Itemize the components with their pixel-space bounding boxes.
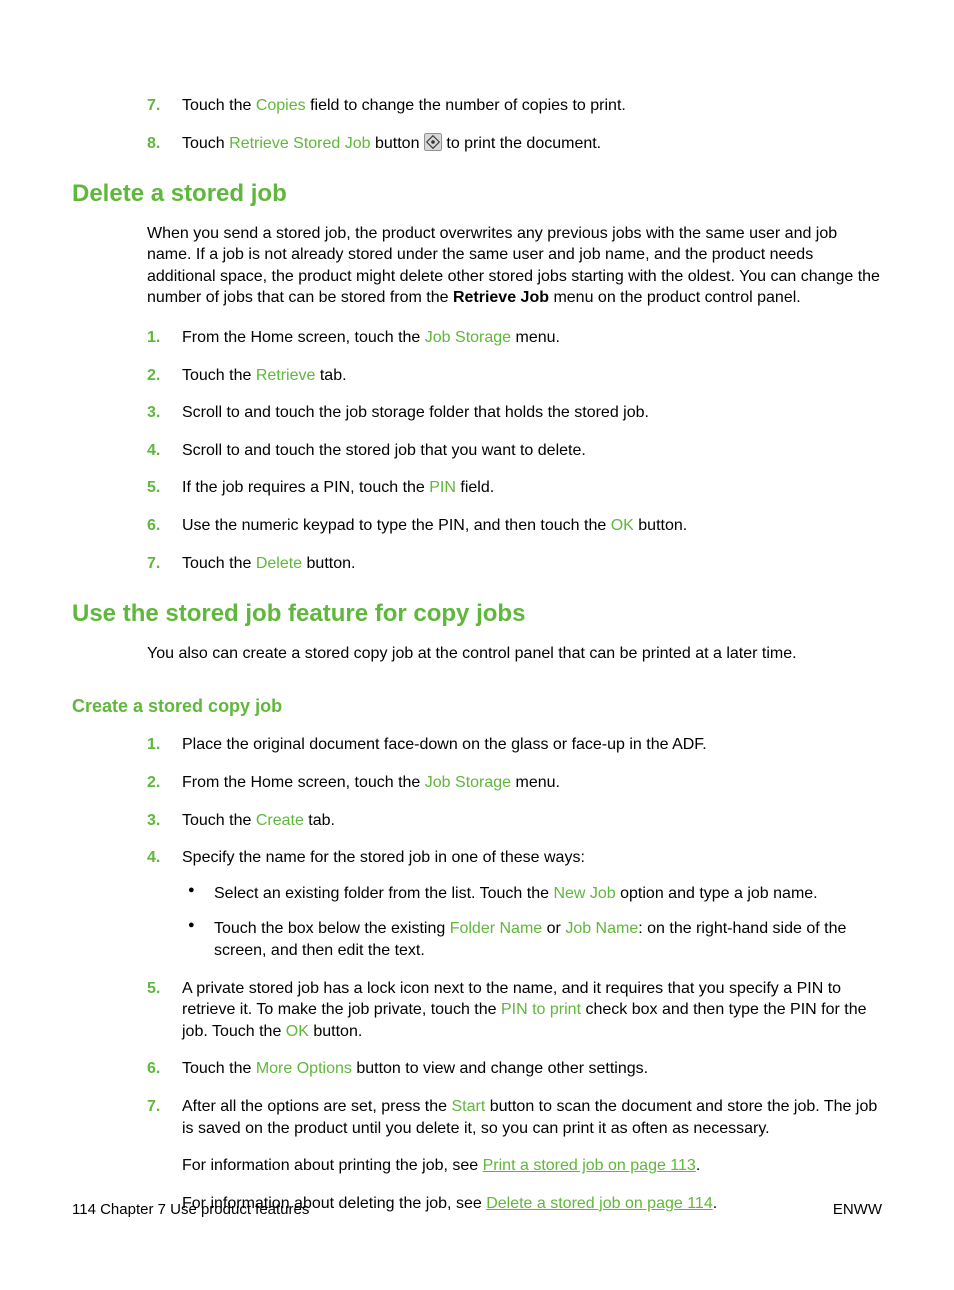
document-page: 7. Touch the Copies field to change the n… <box>0 0 954 1290</box>
step-number: 7. <box>147 1096 160 1118</box>
ui-term: OK <box>286 1023 309 1040</box>
ui-term: Retrieve <box>256 367 316 384</box>
top-steps: 7. Touch the Copies field to change the n… <box>72 95 882 154</box>
subheading-create-copy-job: Create a stored copy job <box>72 694 882 718</box>
para-copy-intro: You also can create a stored copy job at… <box>72 643 882 665</box>
step-text: Touch the More Options button to view an… <box>182 1060 648 1077</box>
step-text: Place the original document face-down on… <box>182 736 707 753</box>
step-item: 2. From the Home screen, touch the Job St… <box>72 772 882 794</box>
step-item: 4. Specify the name for the stored job in… <box>72 847 882 961</box>
ui-term: More Options <box>256 1060 352 1077</box>
ui-term: Copies <box>256 97 306 114</box>
ui-term: Folder Name <box>450 920 542 937</box>
ui-term: Job Storage <box>425 329 511 346</box>
step-text: From the Home screen, touch the Job Stor… <box>182 329 560 346</box>
step-number: 6. <box>147 1058 160 1080</box>
step-item: 5. If the job requires a PIN, touch the P… <box>72 477 882 499</box>
page-footer: 114 Chapter 7 Use product features ENWW <box>72 1200 882 1220</box>
step-text: Scroll to and touch the stored job that … <box>182 442 586 459</box>
step-item: 2. Touch the Retrieve tab. <box>72 365 882 387</box>
step-text: Touch the Copies field to change the num… <box>182 97 626 114</box>
step-item: 3. Scroll to and touch the job storage fo… <box>72 402 882 424</box>
ui-term: New Job <box>553 885 615 902</box>
step-number: 8. <box>147 133 160 155</box>
step-text: Touch the Delete button. <box>182 555 355 572</box>
step-item: 7. After all the options are set, press t… <box>72 1096 882 1214</box>
step-text: Touch the Create tab. <box>182 812 335 829</box>
step-extra-paragraph: For information about printing the job, … <box>182 1155 882 1177</box>
step-item: 6. Touch the More Options button to view … <box>72 1058 882 1080</box>
step-number: 4. <box>147 847 160 869</box>
para-delete-intro: When you send a stored job, the product … <box>72 223 882 309</box>
step-number: 2. <box>147 365 160 387</box>
step-text: Scroll to and touch the job storage fold… <box>182 404 649 421</box>
step-number: 1. <box>147 734 160 756</box>
step-item: 7. Touch the Copies field to change the n… <box>72 95 882 117</box>
step-number: 3. <box>147 810 160 832</box>
step-text: Use the numeric keypad to type the PIN, … <box>182 517 687 534</box>
step-number: 6. <box>147 515 160 537</box>
step-item: 4. Scroll to and touch the stored job tha… <box>72 440 882 462</box>
bold-term: Retrieve Job <box>453 289 549 306</box>
step-text: Specify the name for the stored job in o… <box>182 849 585 866</box>
step-text: From the Home screen, touch the Job Stor… <box>182 774 560 791</box>
bullet-item: Select an existing folder from the list.… <box>182 883 882 905</box>
cross-reference-link[interactable]: Print a stored job on page 113 <box>483 1157 696 1174</box>
sub-bullets: Select an existing folder from the list.… <box>182 883 882 962</box>
step-number: 7. <box>147 553 160 575</box>
step-text: A private stored job has a lock icon nex… <box>182 980 867 1040</box>
step-item: 7. Touch the Delete button. <box>72 553 882 575</box>
ui-term: Create <box>256 812 304 829</box>
ui-term: Start <box>451 1098 485 1115</box>
step-item: 3. Touch the Create tab. <box>72 810 882 832</box>
step-number: 1. <box>147 327 160 349</box>
ui-term: Delete <box>256 555 302 572</box>
ui-term: OK <box>611 517 634 534</box>
step-number: 7. <box>147 95 160 117</box>
step-item: 8. Touch Retrieve Stored Job button to pr… <box>72 133 882 155</box>
ui-term: Job Storage <box>425 774 511 791</box>
step-number: 2. <box>147 772 160 794</box>
step-text: After all the options are set, press the… <box>182 1098 877 1137</box>
heading-copy-jobs: Use the stored job feature for copy jobs <box>72 598 882 630</box>
ui-term: Retrieve Stored Job <box>229 135 370 152</box>
heading-delete-stored-job: Delete a stored job <box>72 178 882 210</box>
step-item: 1. Place the original document face-down … <box>72 734 882 756</box>
steps-create-copy: 1. Place the original document face-down … <box>72 734 882 1214</box>
ui-term: Job Name <box>565 920 638 937</box>
step-text: Touch Retrieve Stored Job button to prin… <box>182 135 601 152</box>
step-number: 4. <box>147 440 160 462</box>
step-number: 5. <box>147 978 160 1000</box>
footer-right: ENWW <box>833 1200 882 1220</box>
step-item: 6. Use the numeric keypad to type the PIN… <box>72 515 882 537</box>
ui-term: PIN to print <box>501 1001 581 1018</box>
start-icon <box>424 133 442 151</box>
footer-left: 114 Chapter 7 Use product features <box>72 1200 309 1220</box>
steps-delete: 1. From the Home screen, touch the Job St… <box>72 327 882 574</box>
step-item: 5. A private stored job has a lock icon n… <box>72 978 882 1043</box>
ui-term: PIN <box>429 479 456 496</box>
step-item: 1. From the Home screen, touch the Job St… <box>72 327 882 349</box>
step-number: 3. <box>147 402 160 424</box>
step-number: 5. <box>147 477 160 499</box>
step-text: Touch the Retrieve tab. <box>182 367 347 384</box>
bullet-item: Touch the box below the existing Folder … <box>182 918 882 961</box>
step-text: If the job requires a PIN, touch the PIN… <box>182 479 494 496</box>
